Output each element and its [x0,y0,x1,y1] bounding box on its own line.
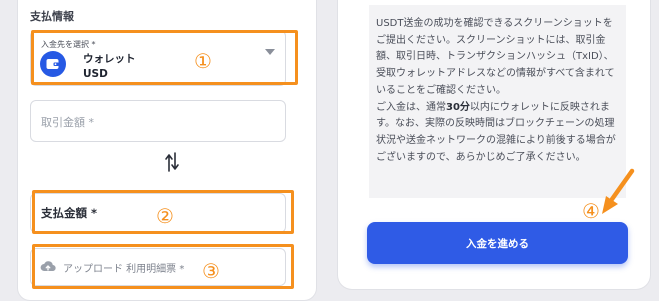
payment-amount-label: 支払金額 * [41,206,98,220]
notice-emphasis: 30分 [446,101,470,113]
notice-paragraph-1: USDT送金の成功を確認できるスクリーンショットをご提出ください。スクリーンショ… [376,18,615,96]
step-marker-2: ② [156,204,174,228]
confirmation-panel: USDT送金の成功を確認できるスクリーンショットをご提出ください。スクリーンショ… [338,0,650,289]
deposit-destination-caption: 入金先を選択 * [41,40,96,49]
upload-label: アップロード 利用明細票 * [63,264,185,275]
notice-text: ご入金は、通常 [376,101,446,113]
trade-amount-placeholder: 取引金額 * [41,116,94,129]
proceed-deposit-button[interactable]: 入金を進める [367,222,628,264]
step-marker-1: ① [194,49,212,73]
wallet-icon [40,51,66,77]
trade-amount-input[interactable]: 取引金額 * [30,100,286,142]
statement-upload-field[interactable]: アップロード 利用明細票 * [30,248,286,286]
notice-paragraph-2: ご入金は、通常30分以内にウォレットに反映されます。なお、実際の反映時間はブロッ… [376,100,618,167]
chevron-down-icon[interactable] [265,49,275,55]
notice-box: USDT送金の成功を確認できるスクリーンショットをご提出ください。スクリーンショ… [369,5,626,198]
step-marker-4: ④ [582,199,600,223]
cloud-upload-icon [40,261,56,272]
deposit-destination-select[interactable]: 入金先を選択 * ウォレット USD [30,30,286,86]
swap-vertical-icon[interactable] [164,151,180,173]
section-title: 支払情報 [30,10,74,23]
step-marker-3: ③ [202,259,220,283]
payment-info-panel: 支払情報 入金先を選択 * ウォレット USD 取引金額 * 支払金額 * アッ… [18,0,316,300]
wallet-name: ウォレット [83,53,136,65]
wallet-currency: USD [83,68,108,80]
